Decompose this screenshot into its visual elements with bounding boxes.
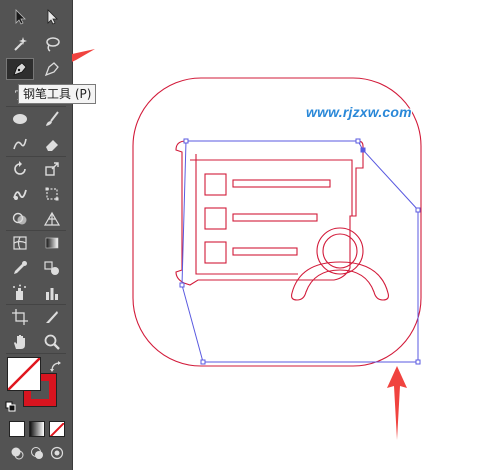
slice-tool[interactable]	[38, 306, 66, 328]
lasso-icon	[46, 37, 60, 52]
tools-panel: T 钢笔工具 (P)	[0, 0, 97, 470]
document-outline	[175, 140, 364, 286]
annotation-arrow	[387, 366, 407, 440]
draw-normal-button[interactable]	[10, 445, 24, 460]
eyedropper-tool[interactable]	[6, 257, 34, 279]
mesh-icon	[13, 236, 27, 250]
toolbar-divider	[6, 106, 66, 107]
hand-tool[interactable]	[6, 331, 34, 353]
ellipse-icon	[13, 114, 27, 124]
default-colors-button[interactable]	[5, 398, 17, 412]
artboard-tool[interactable]	[6, 306, 34, 328]
draw-inside-button[interactable]	[50, 445, 64, 460]
free-transform-tool[interactable]	[38, 183, 66, 205]
toolbar-divider	[6, 156, 66, 157]
curvature-icon	[44, 62, 59, 77]
user-head-outline	[316, 227, 364, 275]
checkbox-outline	[204, 173, 227, 196]
toolbar-divider	[6, 353, 66, 354]
color-mode-button[interactable]	[9, 421, 25, 437]
rotate-tool[interactable]	[6, 158, 34, 180]
ellipse-tool[interactable]	[6, 108, 34, 130]
draw-inside-icon	[50, 446, 64, 460]
paintbrush-tool[interactable]	[38, 108, 66, 130]
blend-icon	[44, 261, 59, 275]
mesh-tool[interactable]	[6, 232, 34, 254]
symbol-sprayer-icon	[13, 284, 26, 300]
perspective-grid-tool[interactable]	[38, 208, 66, 230]
artwork	[72, 49, 422, 440]
checkbox-outline	[204, 207, 227, 230]
shaper-tool[interactable]	[6, 133, 34, 155]
rounded-square-outline	[132, 77, 422, 367]
none-mode-button[interactable]	[49, 421, 65, 437]
swap-arrow-icon	[50, 361, 61, 372]
none-icon	[50, 422, 64, 436]
perspective-grid-icon	[43, 211, 61, 226]
draw-normal-icon	[11, 447, 24, 460]
scale-icon	[45, 162, 59, 176]
direct-selection-tool[interactable]	[38, 6, 66, 28]
shape-builder-icon	[12, 212, 27, 225]
text-line-outline	[232, 213, 318, 222]
watermark-text: www.rjzxw.com	[306, 104, 412, 120]
pen-icon	[13, 62, 27, 76]
symbol-sprayer-tool[interactable]	[6, 282, 34, 304]
rotate-icon	[14, 161, 26, 175]
eyedropper-icon	[14, 261, 27, 274]
pen-tool[interactable]	[6, 58, 34, 80]
artboard-canvas[interactable]: www.rjzxw.com	[72, 0, 502, 470]
toolbar-divider	[6, 230, 66, 231]
text-line-outline	[232, 179, 331, 188]
toolbar-divider	[6, 304, 66, 305]
free-transform-icon	[45, 187, 59, 201]
curvature-tool[interactable]	[38, 58, 66, 80]
column-graph-icon	[46, 288, 58, 300]
blend-tool[interactable]	[38, 257, 66, 279]
slice-icon	[46, 311, 58, 323]
default-colors-icon	[5, 401, 16, 412]
draw-behind-button[interactable]	[30, 445, 44, 459]
zoom-tool[interactable]	[38, 331, 66, 353]
draw-behind-icon	[31, 447, 43, 459]
gradient-mode-button[interactable]	[29, 421, 45, 437]
paintbrush-icon	[46, 111, 59, 126]
eraser-icon	[46, 140, 58, 151]
scale-tool[interactable]	[38, 158, 66, 180]
hand-icon	[14, 335, 25, 349]
gradient-icon	[45, 237, 59, 249]
eraser-tool[interactable]	[38, 133, 66, 155]
text-line-outline	[232, 247, 298, 256]
shape-builder-tool[interactable]	[6, 208, 34, 230]
selection-tool[interactable]	[6, 6, 34, 28]
lasso-tool[interactable]	[38, 33, 66, 55]
checkbox-outline	[204, 241, 227, 264]
artboard-icon	[12, 309, 28, 325]
direct-selection-icon	[47, 9, 58, 25]
magic-wand-tool[interactable]	[6, 33, 34, 55]
warp-tool[interactable]	[6, 183, 34, 205]
none-fill-icon	[8, 358, 40, 390]
shaper-icon	[13, 138, 27, 150]
magic-wand-icon	[14, 37, 27, 51]
fill-swatch[interactable]	[7, 357, 41, 391]
annotation-arrow	[72, 49, 95, 62]
gradient-tool[interactable]	[38, 232, 66, 254]
selection-icon	[15, 9, 26, 25]
column-graph-tool[interactable]	[38, 282, 66, 304]
warp-icon	[13, 189, 27, 200]
swap-fill-stroke-button[interactable]	[49, 359, 63, 373]
zoom-icon	[44, 334, 60, 350]
